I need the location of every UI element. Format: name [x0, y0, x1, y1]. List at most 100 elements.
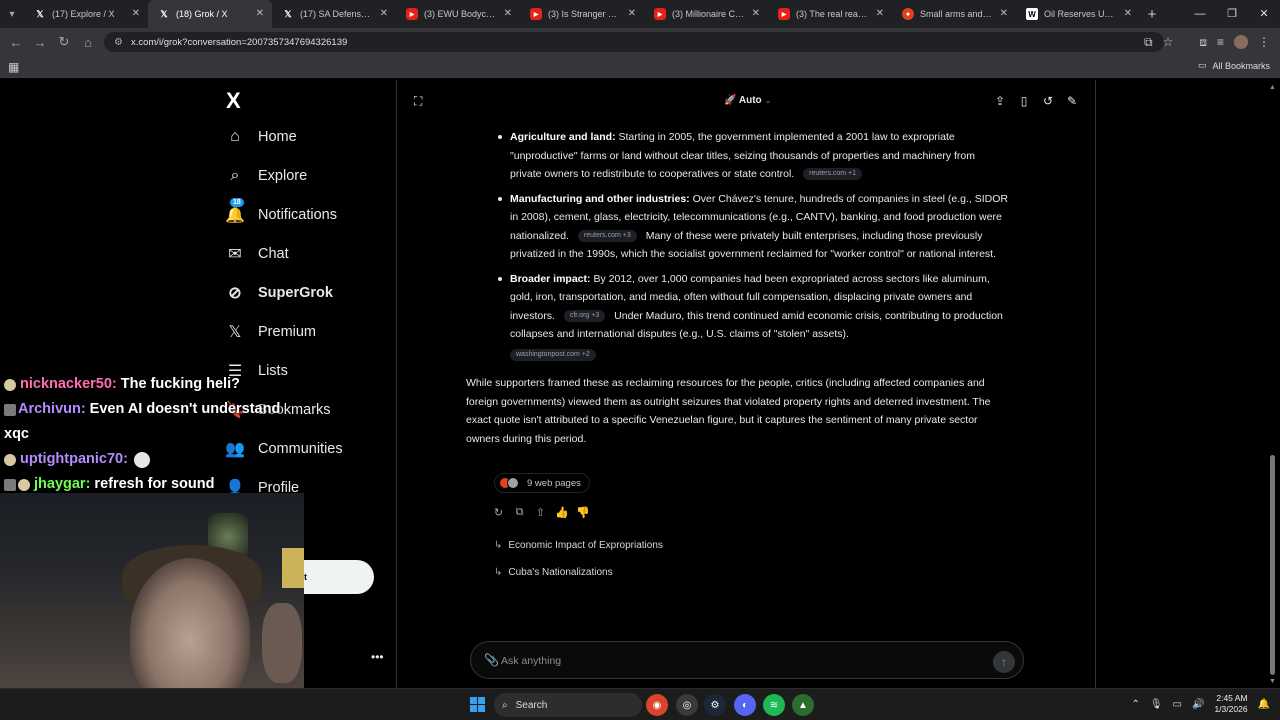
extensions-icon[interactable]: ⧈ — [1199, 35, 1207, 50]
address-bar[interactable]: ⚙ x.com/i/grok?conversation=200735734769… — [104, 32, 1164, 52]
browser-tab[interactable]: 𝕏 (18) Grok / X ✕ — [148, 0, 272, 28]
close-tab-icon[interactable]: ✕ — [876, 8, 884, 19]
close-tab-icon[interactable]: ✕ — [752, 8, 760, 19]
new-chat-icon[interactable]: ✎ — [1066, 94, 1078, 108]
windows-start-icon[interactable] — [470, 697, 485, 712]
model-selector[interactable]: 🚀 Auto ⌄ — [724, 95, 771, 106]
sidebar-item-chat[interactable]: ✉ Chat — [226, 245, 288, 263]
browser-tab-bar: ▾ 𝕏 (17) Explore / X ✕ 𝕏 (18) Grok / X ✕ 𝕏 (17)… — [0, 0, 1280, 28]
close-tab-icon[interactable]: ✕ — [380, 8, 388, 19]
chat-message: nicknacker50: The fucking heli? — [4, 372, 304, 397]
thumbs-down-icon[interactable]: 👎 — [576, 506, 590, 519]
chat-username: Archivun: — [18, 401, 86, 417]
browser-tab[interactable]: 𝕏 (17) Explore / X ✕ — [24, 0, 148, 28]
close-tab-icon[interactable]: ✕ — [1124, 8, 1132, 19]
related-suggestion[interactable]: ↳ Cuba's Nationalizations — [494, 567, 613, 578]
reload-icon[interactable]: ↻ — [52, 34, 76, 50]
minimize-icon[interactable]: — — [1184, 0, 1216, 28]
sidebar-item-premium[interactable]: 𝕏 Premium — [226, 323, 316, 341]
attach-icon[interactable]: 📎 — [484, 653, 499, 667]
youtube-icon: ▶ — [406, 8, 418, 20]
obs-icon[interactable]: ◎ — [676, 694, 698, 716]
send-icon[interactable]: ↑ — [993, 651, 1015, 673]
expand-icon[interactable]: ⛶ — [414, 94, 422, 109]
scroll-down-icon[interactable]: ▼ — [1269, 678, 1276, 685]
profile-avatar[interactable] — [1234, 35, 1248, 49]
close-tab-icon[interactable]: ✕ — [1000, 8, 1008, 19]
chat-username: jhaygar: — [34, 476, 91, 492]
youtube-icon: ▶ — [530, 8, 542, 20]
clock[interactable]: 2:45 AM 1/3/2026 — [1214, 693, 1247, 715]
forward-icon[interactable]: → — [28, 35, 52, 50]
related-label: Cuba's Nationalizations — [508, 567, 613, 578]
new-tab-button[interactable]: + — [1140, 6, 1164, 23]
post-button-label: t — [304, 572, 307, 582]
browser-tab[interactable]: ▶ (3) EWU Bodycam - Y ✕ — [396, 0, 520, 28]
close-tab-icon[interactable]: ✕ — [256, 8, 264, 19]
display-icon[interactable]: ▭ — [1173, 699, 1182, 710]
browser-tab[interactable]: ▶ (3) Millionaire Charg ✕ — [644, 0, 768, 28]
share-icon[interactable]: ⇪ — [994, 94, 1006, 108]
post-button[interactable]: t — [304, 560, 374, 594]
sidebar-item-home[interactable]: ⌂ Home — [226, 128, 297, 146]
sidebar-item-label: SuperGrok — [258, 285, 333, 301]
chrome-icon[interactable]: ◉ — [646, 694, 668, 716]
close-tab-icon[interactable]: ✕ — [628, 8, 636, 19]
streamer-hand — [262, 603, 302, 683]
browser-tab[interactable]: W Oil Reserves Update ✕ — [1016, 0, 1140, 28]
discord-icon[interactable]: ◐ — [734, 694, 756, 716]
app-icon[interactable]: ▲ — [792, 694, 814, 716]
sidebar-item-supergrok[interactable]: ⊘ SuperGrok — [226, 284, 333, 302]
sidebar-item-label: Explore — [258, 168, 308, 184]
x-logo[interactable]: X — [226, 88, 241, 114]
spotify-icon[interactable]: ≋ — [763, 694, 785, 716]
source-chip[interactable]: washingtonpost.com +2 — [510, 348, 596, 361]
thumbs-up-icon[interactable]: 👍 — [555, 506, 569, 519]
tab-search-icon[interactable]: ▾ — [0, 0, 24, 28]
sidebar-item-explore[interactable]: ⌕ Explore — [226, 167, 308, 185]
taskbar-search[interactable]: ⌕ Search — [494, 693, 642, 717]
source-chip[interactable]: cfr.org +3 — [563, 309, 606, 322]
volume-icon[interactable]: 🔊 — [1192, 699, 1204, 710]
all-bookmarks-button[interactable]: ▭ All Bookmarks — [1198, 60, 1270, 71]
sidebar-item-notifications[interactable]: 🔔 18 Notifications — [225, 198, 337, 224]
browser-tab[interactable]: ▶ (3) The real reason V ✕ — [768, 0, 892, 28]
close-tab-icon[interactable]: ✕ — [504, 8, 512, 19]
apps-grid-icon[interactable]: ▦ — [8, 60, 19, 74]
bookmarks-bar: ▦ ▭ All Bookmarks — [0, 56, 1280, 78]
chrome-menu-icon[interactable]: ⋮ — [1258, 35, 1270, 49]
maximize-icon[interactable]: ❐ — [1216, 0, 1248, 28]
source-chip[interactable]: reuters.com +3 — [577, 229, 637, 242]
steam-icon[interactable]: ⚙ — [704, 694, 726, 716]
notification-center-icon[interactable]: 🔔 — [1258, 699, 1270, 710]
browser-tab[interactable]: ▶ (3) Is Stranger Thing ✕ — [520, 0, 644, 28]
related-suggestion[interactable]: ↳ Economic Impact of Expropriations — [494, 540, 663, 551]
share-icon[interactable]: ⇧ — [534, 506, 547, 519]
site-info-icon[interactable]: ⚙ — [114, 37, 123, 48]
scroll-up-icon[interactable]: ▲ — [1269, 84, 1276, 91]
bookmark-star-icon[interactable]: ☆ — [1163, 35, 1174, 49]
web-pages-button[interactable]: 9 web pages — [494, 473, 590, 493]
install-app-icon[interactable]: ⧉ — [1144, 35, 1153, 50]
close-tab-icon[interactable]: ✕ — [132, 8, 140, 19]
chat-message: jhaygar: refresh for sound — [4, 472, 304, 497]
microphone-icon[interactable]: 🎙 — [1150, 699, 1163, 710]
bookmark-icon[interactable]: ▯ — [1018, 94, 1030, 108]
browser-tab[interactable]: ● Small arms and Helic ✕ — [892, 0, 1016, 28]
more-options-icon[interactable]: ••• — [371, 650, 384, 664]
back-icon[interactable]: ← — [4, 35, 28, 50]
history-icon[interactable]: ↺ — [1042, 94, 1054, 108]
ask-input[interactable] — [501, 651, 961, 671]
source-chip[interactable]: reuters.com +1 — [803, 168, 863, 181]
tray-overflow-icon[interactable]: ⌃ — [1131, 699, 1139, 710]
grok-conversation: ⛶ 🚀 Auto ⌄ ⇪ ▯ ↺ ✎ Agriculture and land: … — [398, 80, 1096, 688]
regenerate-icon[interactable]: ↻ — [492, 506, 505, 519]
page-scrollbar[interactable] — [1270, 455, 1275, 675]
model-label: Auto — [738, 95, 762, 106]
tab-title: (3) Millionaire Charg — [672, 9, 746, 19]
close-window-icon[interactable]: ✕ — [1248, 0, 1280, 28]
copy-icon[interactable]: ⧉ — [513, 506, 526, 519]
media-icon[interactable]: ≡ — [1217, 35, 1224, 49]
home-icon[interactable]: ⌂ — [76, 35, 100, 50]
browser-tab[interactable]: 𝕏 (17) SA Defensa (@S ✕ — [272, 0, 396, 28]
